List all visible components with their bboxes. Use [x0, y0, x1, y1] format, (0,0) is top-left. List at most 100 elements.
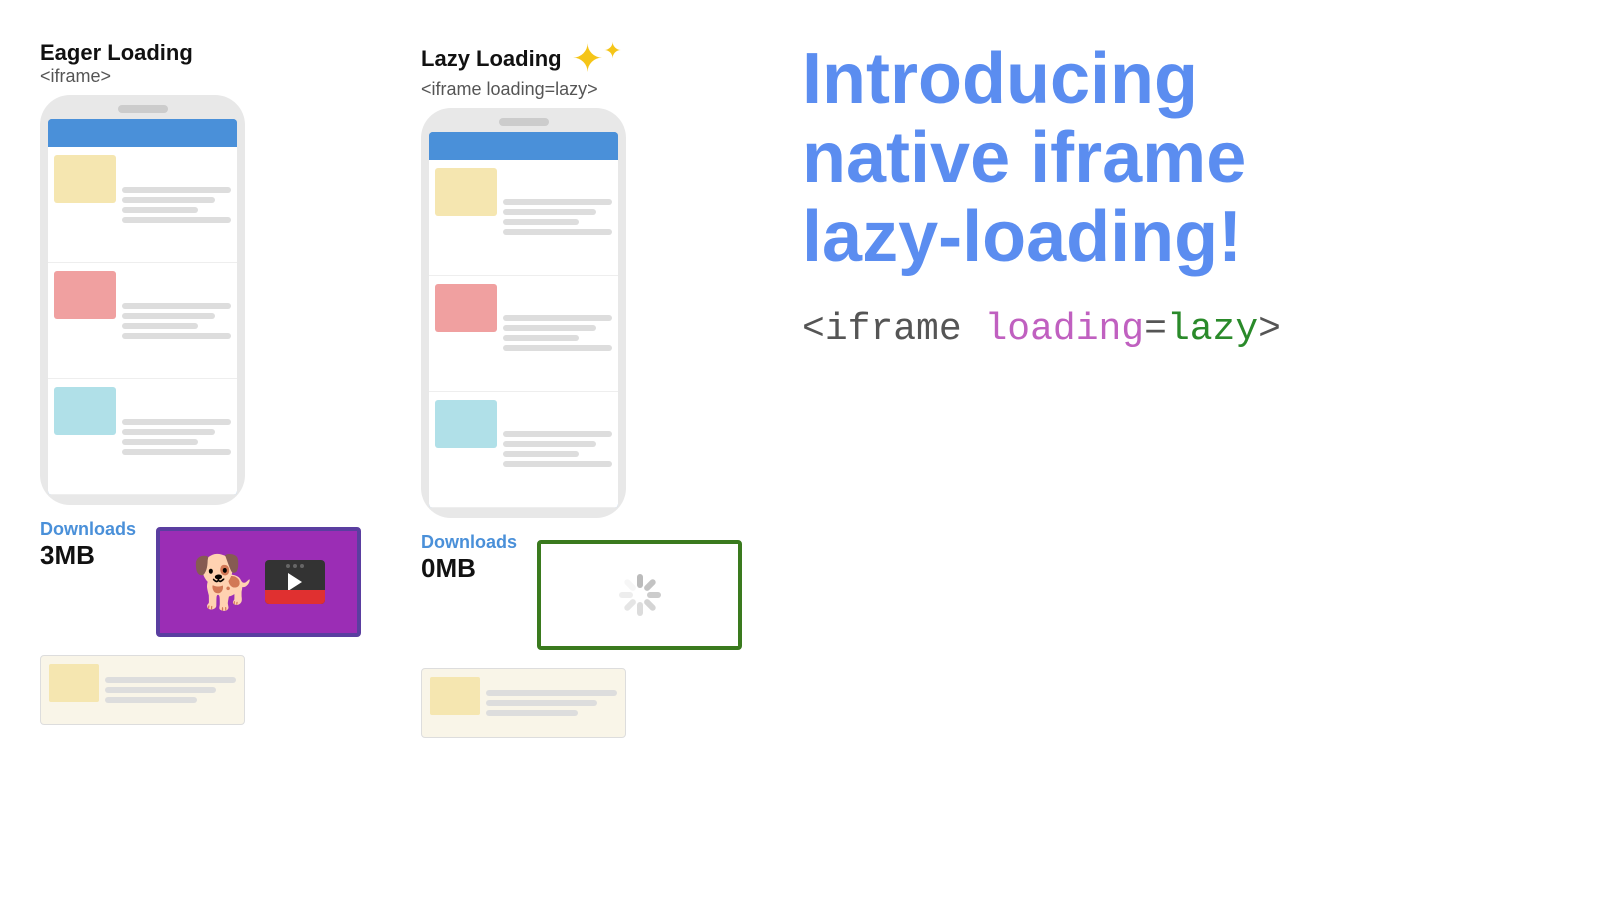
line	[105, 677, 236, 683]
card-lines-lazy-3	[503, 400, 612, 499]
lazy-below-card	[421, 668, 626, 738]
line	[503, 431, 612, 437]
video-thumb	[265, 560, 325, 604]
intro-section: Introducing native iframe lazy-loading! …	[742, 30, 1560, 351]
lazy-iframe-preview	[537, 540, 742, 650]
lazy-title-row: Lazy Loading ✦✦	[421, 40, 622, 79]
dog-icon: 🐕	[192, 552, 257, 613]
card-lines-1	[122, 155, 231, 254]
code-snippet: <iframe loading=lazy>	[802, 308, 1560, 351]
lazy-title: Lazy Loading	[421, 46, 562, 72]
line	[503, 229, 612, 235]
lazy-phone-screen	[429, 132, 618, 508]
line	[105, 687, 216, 693]
code-equals: =	[1144, 308, 1167, 351]
eager-iframe-preview: 🐕	[156, 527, 361, 637]
line	[503, 315, 612, 321]
screen-top-bar	[48, 119, 237, 147]
spinner-svg	[610, 565, 670, 625]
lazy-card-3	[429, 392, 618, 508]
line	[122, 313, 215, 319]
card-image-teal	[54, 387, 116, 435]
below-card-lines-lazy	[486, 677, 617, 729]
eager-phone-screen	[48, 119, 237, 495]
main-container: Eager Loading <iframe>	[0, 0, 1600, 919]
eager-column: Eager Loading <iframe>	[40, 40, 361, 738]
below-card-image-lazy	[430, 677, 480, 715]
intro-line1: Introducing	[802, 39, 1198, 119]
line	[486, 710, 578, 716]
card-lines-2	[122, 271, 231, 370]
eager-subtitle: <iframe>	[40, 66, 193, 87]
line	[122, 449, 231, 455]
sparkle-icon: ✦✦	[572, 40, 622, 79]
line	[503, 345, 612, 351]
lazy-downloads-label: Downloads	[421, 532, 517, 553]
line	[105, 697, 197, 703]
card-image-yellow	[54, 155, 116, 203]
line	[122, 333, 231, 339]
line	[122, 197, 215, 203]
eager-downloads-label: Downloads	[40, 519, 136, 540]
line	[122, 439, 198, 445]
lazy-downloads-value: 0MB	[421, 553, 517, 584]
eager-downloads-value: 3MB	[40, 540, 136, 571]
eager-title: Eager Loading	[40, 40, 193, 66]
code-bracket-close: >	[1258, 308, 1281, 351]
line	[122, 217, 231, 223]
spinner-container	[541, 544, 738, 646]
card-3	[48, 379, 237, 495]
line	[122, 429, 215, 435]
lazy-subtitle: <iframe loading=lazy>	[421, 79, 622, 100]
screen-top-bar-lazy	[429, 132, 618, 160]
eager-downloads: Downloads 3MB	[40, 519, 136, 571]
screen-content-lazy	[429, 160, 618, 508]
card-1	[48, 147, 237, 263]
eager-phone-frame	[40, 95, 245, 505]
line	[122, 187, 231, 193]
line	[122, 419, 231, 425]
phone-notch-lazy	[499, 118, 549, 126]
line	[122, 303, 231, 309]
card-lines-lazy-2	[503, 284, 612, 383]
card-image-yellow-lazy	[435, 168, 497, 216]
lazy-downloads: Downloads 0MB	[421, 532, 517, 584]
dog-video: 🐕	[192, 552, 325, 613]
lazy-card-2	[429, 276, 618, 392]
card-lines-3	[122, 387, 231, 486]
code-bracket-open: <	[802, 308, 825, 351]
lazy-label: Lazy Loading ✦✦ <iframe loading=lazy>	[421, 40, 622, 100]
intro-line2: native iframe	[802, 118, 1246, 198]
screen-content	[48, 147, 237, 495]
line	[122, 323, 198, 329]
line	[503, 209, 596, 215]
phone-notch	[118, 105, 168, 113]
line	[503, 441, 596, 447]
card-2	[48, 263, 237, 379]
card-image-pink-lazy	[435, 284, 497, 332]
phones-section: Eager Loading <iframe>	[40, 40, 742, 738]
lazy-column: Lazy Loading ✦✦ <iframe loading=lazy>	[421, 40, 742, 738]
line	[122, 207, 198, 213]
line	[503, 325, 596, 331]
intro-line3: lazy-loading!	[802, 197, 1242, 277]
line	[503, 451, 579, 457]
line	[486, 690, 617, 696]
line	[503, 461, 612, 467]
below-card-lines	[105, 664, 236, 716]
eager-below-card	[40, 655, 245, 725]
line	[503, 335, 579, 341]
code-loading-attr: loading	[984, 308, 1144, 351]
code-iframe: iframe	[825, 308, 985, 351]
line	[503, 199, 612, 205]
lazy-phone-frame	[421, 108, 626, 518]
card-lines-lazy-1	[503, 168, 612, 267]
lazy-card-1	[429, 160, 618, 276]
eager-label: Eager Loading <iframe>	[40, 40, 193, 87]
intro-title: Introducing native iframe lazy-loading!	[802, 40, 1560, 278]
line	[486, 700, 597, 706]
video-dots	[265, 564, 325, 568]
card-image-teal-lazy	[435, 400, 497, 448]
below-card-image	[49, 664, 99, 702]
card-image-pink	[54, 271, 116, 319]
